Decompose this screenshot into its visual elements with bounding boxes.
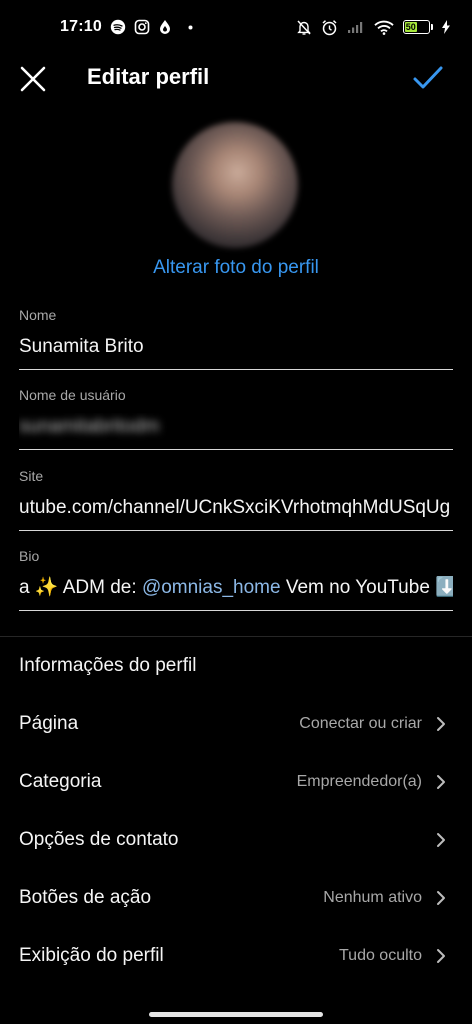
- drop-icon: [158, 19, 172, 35]
- page-title: Editar perfil: [87, 64, 210, 89]
- bio-prefix: a ✨ ADM de:: [19, 577, 142, 598]
- row-category-label: Categoria: [19, 771, 102, 792]
- status-time: 17:10: [60, 18, 102, 35]
- row-category-value: Empreendedor(a): [296, 773, 422, 790]
- row-page[interactable]: Página Conectar ou criar: [0, 699, 472, 749]
- row-action-buttons-value: Nenhum ativo: [323, 889, 422, 906]
- row-contact-options[interactable]: Opções de contato: [0, 815, 472, 865]
- name-underline: [19, 369, 453, 370]
- site-label: Site: [19, 468, 44, 484]
- change-photo-link[interactable]: Alterar foto do perfil: [0, 257, 472, 279]
- bio-label: Bio: [19, 548, 40, 564]
- signal-icon: [347, 20, 365, 34]
- header: Editar perfil: [0, 54, 472, 102]
- bio-mention: @omnias_home: [141, 577, 281, 598]
- username-field[interactable]: Nome de usuário sunamitabritodm: [19, 387, 453, 450]
- site-field[interactable]: Site utube.com/channel/UCnkSxciKVrhotmqh…: [19, 468, 453, 531]
- chevron-right-icon: [434, 717, 448, 731]
- row-profile-display-label: Exibição do perfil: [19, 945, 164, 966]
- spotify-icon: [110, 19, 126, 35]
- close-button[interactable]: [18, 64, 48, 94]
- edit-profile-screen: 17:10 50 Editar perfil Alterar foto do p…: [0, 0, 472, 1024]
- name-label: Nome: [19, 307, 57, 323]
- site-value: utube.com/channel/UCnkSxciKVrhotmqhMdUSq…: [19, 497, 451, 518]
- row-profile-display-value: Tudo oculto: [338, 947, 422, 964]
- charging-icon: [442, 20, 450, 34]
- row-page-value: Conectar ou criar: [299, 715, 422, 732]
- site-underline: [19, 530, 453, 531]
- close-icon: [20, 66, 46, 92]
- check-icon: [413, 66, 443, 89]
- section-title: Informações do perfil: [19, 655, 197, 676]
- battery-icon: 50: [403, 20, 433, 34]
- row-profile-display[interactable]: Exibição do perfil Tudo oculto: [0, 931, 472, 981]
- alarm-icon: [321, 19, 338, 36]
- home-indicator[interactable]: [149, 1012, 323, 1017]
- wifi-icon: [374, 20, 394, 35]
- row-action-buttons-label: Botões de ação: [19, 887, 152, 908]
- username-label: Nome de usuário: [19, 387, 126, 403]
- row-category[interactable]: Categoria Empreendedor(a): [0, 757, 472, 807]
- row-action-buttons[interactable]: Botões de ação Nenhum ativo: [0, 873, 472, 923]
- instagram-icon: [134, 19, 150, 35]
- section-divider: [0, 636, 472, 637]
- status-bar: 17:10 50: [0, 0, 472, 54]
- chevron-right-icon: [434, 833, 448, 847]
- row-page-label: Página: [19, 713, 79, 734]
- bio-underline: [19, 610, 453, 611]
- username-input[interactable]: sunamitabritodm: [19, 413, 453, 441]
- bio-input[interactable]: a ✨ ADM de: @omnias_home Vem no YouTube …: [19, 574, 453, 602]
- username-underline: [19, 449, 453, 450]
- chevron-right-icon: [434, 775, 448, 789]
- profile-photo[interactable]: [172, 122, 298, 248]
- bio-suffix: Vem no YouTube ⬇️: [280, 577, 453, 598]
- bio-field[interactable]: Bio a ✨ ADM de: @omnias_home Vem no YouT…: [19, 548, 453, 611]
- chevron-right-icon: [434, 891, 448, 905]
- muted-bell-icon: [296, 19, 312, 36]
- site-input[interactable]: utube.com/channel/UCnkSxciKVrhotmqhMdUSq…: [19, 494, 453, 522]
- row-contact-options-label: Opções de contato: [19, 829, 179, 850]
- username-value: sunamitabritodm: [19, 416, 160, 437]
- battery-level: 50: [405, 22, 417, 32]
- name-input[interactable]: Sunamita Brito: [19, 333, 453, 361]
- status-right: 50: [296, 19, 450, 36]
- confirm-button[interactable]: [412, 62, 444, 94]
- dot-icon: [188, 25, 193, 30]
- status-left: 17:10: [60, 18, 193, 36]
- chevron-right-icon: [434, 949, 448, 963]
- avatar: [172, 122, 298, 248]
- name-field[interactable]: Nome Sunamita Brito: [19, 307, 453, 370]
